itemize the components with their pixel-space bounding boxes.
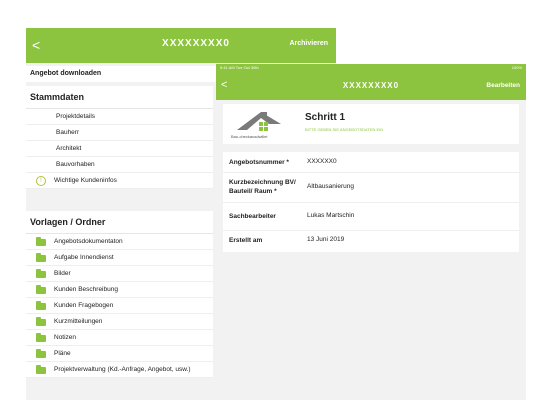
form-row[interactable]: Angebotsnummer * XXXXXX0 bbox=[223, 152, 519, 173]
info-icon: ! bbox=[36, 176, 46, 186]
field-label: Angebotsnummer * bbox=[229, 159, 289, 166]
key-customer-info-item[interactable]: ! Wichtige Kundeninfos bbox=[26, 173, 213, 189]
stammdaten-item[interactable]: Projektdetails bbox=[26, 109, 213, 125]
stammdaten-item[interactable]: Bauvorhaben bbox=[26, 157, 213, 173]
company-logo-icon: Bau-checkausdwillet bbox=[231, 112, 281, 139]
field-value: Altbausanierung bbox=[307, 183, 354, 190]
vorlagen-title: Vorlagen / Ordner bbox=[26, 211, 213, 234]
logo-text: Bau-checkausdwillet bbox=[231, 134, 268, 139]
battery-status: 100% bbox=[511, 65, 522, 70]
folder-icon bbox=[36, 349, 46, 358]
field-value: XXXXXX0 bbox=[307, 158, 337, 165]
step-subtitle: BITTE GEBEN SIE ANGEBOTSDATEN EIN bbox=[305, 127, 384, 132]
stammdaten-title: Stammdaten bbox=[26, 86, 213, 109]
folder-label: Aufgabe Innendienst bbox=[54, 254, 114, 261]
form-row[interactable]: Erstellt am 13 Juni 2019 bbox=[223, 230, 519, 252]
folder-label: Kurzmitteilungen bbox=[54, 318, 103, 325]
folder-label: Projektverwaltung (Kd.-Anfrage, Angebot,… bbox=[54, 366, 191, 373]
stammdaten-item[interactable]: Bauherr bbox=[26, 125, 213, 141]
key-customer-info-label: Wichtige Kundeninfos bbox=[54, 177, 117, 184]
vorlagen-section: Vorlagen / Ordner Angebotsdokumentaton A… bbox=[26, 211, 213, 378]
status-time: 9:41 AM Tue Oct 30th bbox=[220, 65, 259, 70]
field-label: Kurzbezeichnung BV/ Bauteil/ Raum * bbox=[229, 179, 296, 195]
archive-button[interactable]: Archivieren bbox=[289, 40, 328, 47]
folder-icon bbox=[36, 317, 46, 326]
folder-label: Notizen bbox=[54, 334, 77, 341]
folder-item[interactable]: Bilder bbox=[26, 266, 213, 282]
folder-icon bbox=[36, 237, 46, 246]
edit-button[interactable]: Bearbeiten bbox=[486, 82, 520, 89]
folder-icon bbox=[36, 301, 46, 310]
offer-header: < XXXXXXXX0 Bearbeiten bbox=[216, 73, 526, 100]
status-bar: 9:41 AM Tue Oct 30th 100% bbox=[216, 64, 526, 73]
offer-form: Angebotsnummer * XXXXXX0 Kurzbezeichnung… bbox=[223, 152, 519, 252]
folder-item[interactable]: Notizen bbox=[26, 330, 213, 346]
form-row[interactable]: Kurzbezeichnung BV/ Bauteil/ Raum * Altb… bbox=[223, 172, 519, 203]
offer-detail-screen: 9:41 AM Tue Oct 30th 100% < XXXXXXXX0 Be… bbox=[216, 64, 526, 400]
stammdaten-item[interactable]: Architekt bbox=[26, 141, 213, 157]
folder-item[interactable]: Kunden Fragebogen bbox=[26, 298, 213, 314]
folder-item[interactable]: Projektverwaltung (Kd.-Anfrage, Angebot,… bbox=[26, 362, 213, 378]
folder-item[interactable]: Kunden Beschreibung bbox=[26, 282, 213, 298]
folder-item[interactable]: Angebotsdokumentaton bbox=[26, 234, 213, 250]
folder-label: Bilder bbox=[54, 270, 71, 277]
project-header: < XXXXXXXX0 Archivieren bbox=[26, 28, 336, 63]
download-offer-button[interactable]: Angebot downloaden bbox=[26, 66, 236, 82]
folder-label: Kunden Fragebogen bbox=[54, 302, 114, 309]
step-card: Bau-checkausdwillet Schritt 1 BITTE GEBE… bbox=[223, 104, 519, 144]
step-title: Schritt 1 bbox=[305, 112, 346, 123]
folder-label: Angebotsdokumentaton bbox=[54, 238, 123, 245]
folder-icon bbox=[36, 269, 46, 278]
field-label: Sachbearbeiter bbox=[229, 213, 276, 220]
offer-title: XXXXXXXX0 bbox=[342, 81, 400, 90]
folder-icon bbox=[36, 333, 46, 342]
folder-icon bbox=[36, 365, 46, 374]
folder-item[interactable]: Aufgabe Innendienst bbox=[26, 250, 213, 266]
folder-icon bbox=[36, 285, 46, 294]
folder-label: Pläne bbox=[54, 350, 71, 357]
folder-label: Kunden Beschreibung bbox=[54, 286, 118, 293]
folder-item[interactable]: Kurzmitteilungen bbox=[26, 314, 213, 330]
folder-item[interactable]: Pläne bbox=[26, 346, 213, 362]
stammdaten-section: Stammdaten Projektdetails Bauherr Archit… bbox=[26, 86, 213, 189]
field-value: 13 Juni 2019 bbox=[307, 236, 345, 243]
field-value: Lukas Martschin bbox=[307, 212, 355, 219]
field-label: Erstellt am bbox=[229, 237, 263, 244]
form-row[interactable]: Sachbearbeiter Lukas Martschin bbox=[223, 202, 519, 231]
folder-icon bbox=[36, 253, 46, 262]
